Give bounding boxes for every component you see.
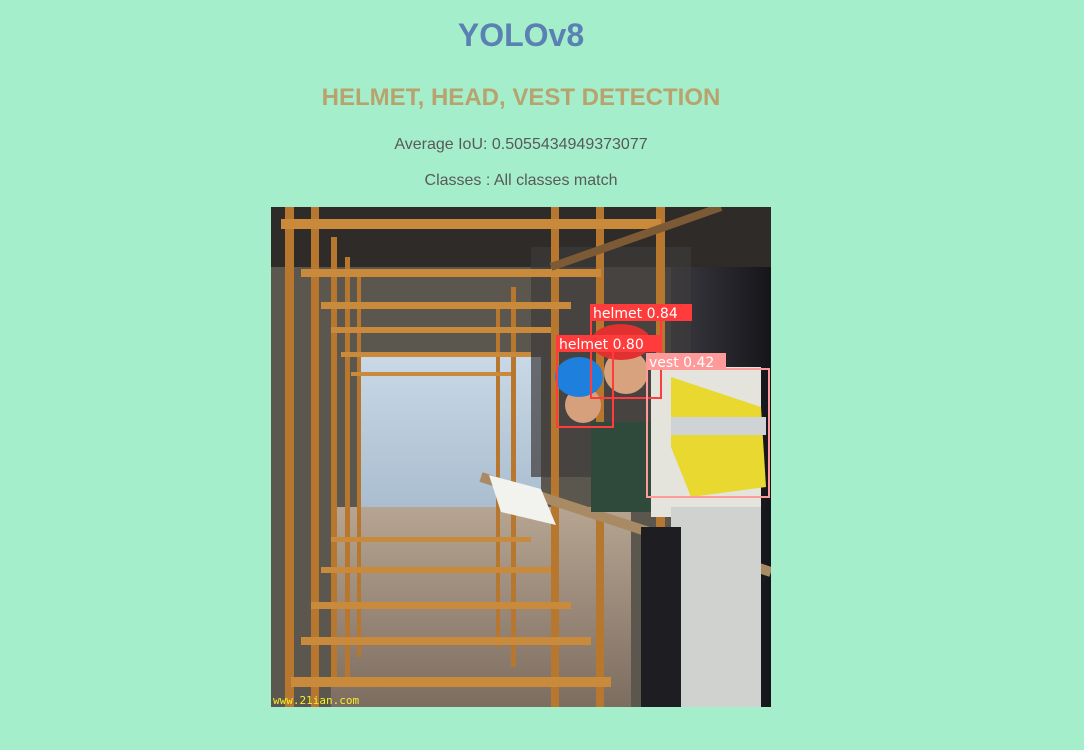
detection-label-vest: vest 0.42	[649, 355, 714, 371]
detection-label-helmet-1: helmet 0.84	[593, 306, 678, 322]
detection-label-helmet-2: helmet 0.80	[559, 337, 644, 353]
classes-text: Classes : All classes match	[424, 172, 618, 189]
page-subtitle: HELMET, HEAD, VEST DETECTION	[321, 84, 721, 111]
average-iou-text: Average IoU: 0.5055434949373077	[394, 136, 648, 153]
page: YOLOv8 HELMET, HEAD, VEST DETECTION Aver…	[0, 0, 1084, 750]
page-title: YOLOv8	[457, 17, 585, 53]
detection-result-image: helmet 0.84 helmet 0.80 vest 0.42 www.21…	[271, 207, 771, 707]
detection-scene: helmet 0.84 helmet 0.80 vest 0.42 www.21…	[271, 207, 771, 707]
image-watermark: www.21ian.com	[273, 694, 359, 707]
